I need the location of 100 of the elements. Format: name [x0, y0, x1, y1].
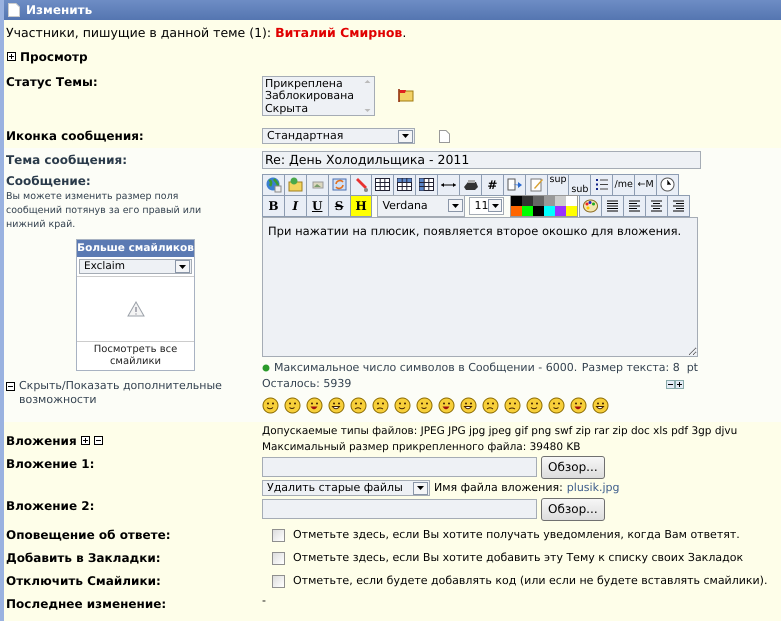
list-option[interactable]: Скрыта: [265, 102, 354, 116]
smiley-icon[interactable]: [394, 396, 411, 414]
delete-select[interactable]: Удалить старые файлы: [262, 480, 430, 496]
document-icon: [8, 3, 20, 17]
toolbar-button[interactable]: [459, 174, 482, 196]
caret-icon: [452, 204, 460, 208]
status-dot-icon: [262, 364, 270, 372]
smiley-icon[interactable]: [526, 396, 543, 414]
max-chars-text: Максимальное число символов в Сообщении - 6000.: [274, 360, 578, 376]
smiley-icon[interactable]: [592, 396, 609, 414]
list-option[interactable]: Заблокирована: [265, 90, 354, 103]
toolbar-button[interactable]: [590, 174, 614, 196]
color-swatch[interactable]: [522, 196, 534, 206]
export-icon: [506, 176, 523, 194]
smiley-icon[interactable]: [482, 396, 499, 414]
icon-select[interactable]: Стандартная: [262, 128, 415, 144]
field-label: Оповещение об ответе:: [6, 528, 171, 542]
smiley-icon[interactable]: [350, 396, 367, 414]
toolbar-button[interactable]: [502, 174, 526, 196]
color-swatch[interactable]: [566, 196, 578, 206]
color-swatch[interactable]: [544, 196, 556, 206]
color-swatch[interactable]: [555, 196, 566, 206]
file-field[interactable]: [262, 499, 537, 520]
last-edit-value: -: [262, 594, 266, 607]
expand-icon[interactable]: [7, 52, 16, 62]
hint-text: Вы можете изменить размер поля сообщений потянув за его правый или нижний край.: [6, 190, 202, 232]
color-swatch[interactable]: [533, 196, 544, 206]
color-swatch[interactable]: [544, 206, 556, 216]
preview-toggle[interactable]: Просмотр: [20, 48, 88, 66]
plus-button[interactable]: [675, 380, 684, 389]
color-swatch[interactable]: [533, 206, 544, 216]
toolbar-button[interactable]: [393, 174, 416, 196]
smiley-icon[interactable]: [306, 396, 323, 414]
color-swatch[interactable]: [511, 196, 522, 206]
flag-icon[interactable]: [397, 88, 414, 102]
toolbar-button[interactable]: [656, 174, 679, 196]
toolbar-button[interactable]: [601, 194, 624, 217]
minus-button[interactable]: [666, 380, 675, 389]
edit-icon: [528, 176, 545, 194]
subject-field[interactable]: Re: День Холодильщика - 2011: [262, 151, 701, 169]
format-button[interactable]: B: [262, 194, 285, 217]
header-title: Изменить: [26, 2, 92, 19]
toolbar-button[interactable]: #: [480, 174, 504, 196]
browse-button[interactable]: Обзор...: [541, 498, 605, 521]
toolbar-button[interactable]: [437, 174, 460, 196]
format-button[interactable]: I: [284, 194, 307, 217]
message-field[interactable]: При нажатии на плюсик, появляется второе окошко для вложения.: [262, 216, 698, 357]
remaining-count: Осталось: 5939: [262, 376, 352, 392]
smiley-icon[interactable]: [504, 396, 521, 414]
smiley-icon[interactable]: [460, 396, 477, 414]
smiley-icon[interactable]: [372, 396, 389, 414]
expand-icon[interactable]: [80, 436, 90, 446]
status-listbox[interactable]: Прикреплена Заблокирована Скрыта: [262, 76, 375, 116]
folder-icon: [286, 176, 304, 194]
toolbar-button[interactable]: [645, 194, 668, 217]
view-all-link[interactable]: Посмотреть все смайлики: [77, 342, 194, 370]
category-select[interactable]: Exclaim: [79, 259, 192, 274]
max-size-text: Максимальный размер прикрепленного файла: 39480 KB: [262, 440, 582, 454]
toolbar-button[interactable]: [667, 194, 690, 217]
field-label: Иконка сообщения:: [6, 128, 144, 143]
font-select[interactable]: Verdana: [377, 194, 466, 217]
collapse-icon[interactable]: [6, 382, 15, 392]
collapse-icon[interactable]: [94, 436, 103, 446]
browse-button[interactable]: Обзор...: [541, 456, 605, 479]
format-button[interactable]: U: [306, 194, 329, 217]
size-select[interactable]: 11: [469, 196, 504, 215]
toolbar-button[interactable]: sub: [568, 174, 592, 196]
format-button[interactable]: H: [350, 194, 372, 217]
color-swatch[interactable]: [511, 206, 522, 216]
toolbar-button[interactable]: [371, 174, 394, 196]
double-arrow-icon: [441, 182, 456, 187]
color-swatch[interactable]: [522, 206, 534, 216]
checkbox[interactable]: [272, 528, 285, 542]
checkbox[interactable]: [272, 552, 285, 564]
smiley-icon[interactable]: [570, 396, 587, 414]
warning-icon: [126, 301, 144, 318]
toolbar-button[interactable]: [415, 174, 438, 196]
smiley-icon[interactable]: [438, 396, 455, 414]
smiley-icon[interactable]: [328, 396, 345, 414]
toolbar-button[interactable]: sup: [546, 174, 570, 196]
smiley-icon[interactable]: [548, 396, 565, 414]
extra-options-link[interactable]: Скрыть/Показать дополнительные возможности: [19, 379, 260, 407]
checkbox[interactable]: [272, 574, 285, 588]
refresh-icon: [330, 176, 348, 194]
list-option[interactable]: Прикреплена: [265, 78, 354, 90]
table-icon: [396, 176, 414, 194]
field-label: Отключить Смайлики:: [6, 574, 161, 588]
color-swatch[interactable]: [566, 206, 578, 216]
toolbar-button[interactable]: ←M: [634, 174, 658, 196]
smiley-icon[interactable]: [284, 396, 301, 414]
filename-link[interactable]: plusik.jpg: [566, 480, 620, 496]
smiley-icon[interactable]: [262, 396, 279, 414]
toolbar-button[interactable]: [623, 194, 646, 217]
filename-label: Имя файла вложения:: [434, 480, 563, 496]
caret-icon: [417, 486, 424, 490]
file-field[interactable]: [262, 457, 537, 478]
smiley-icon[interactable]: [416, 396, 433, 414]
toolbar-button[interactable]: /me: [612, 174, 636, 196]
format-button[interactable]: S: [328, 194, 351, 217]
color-swatch[interactable]: [555, 206, 566, 216]
